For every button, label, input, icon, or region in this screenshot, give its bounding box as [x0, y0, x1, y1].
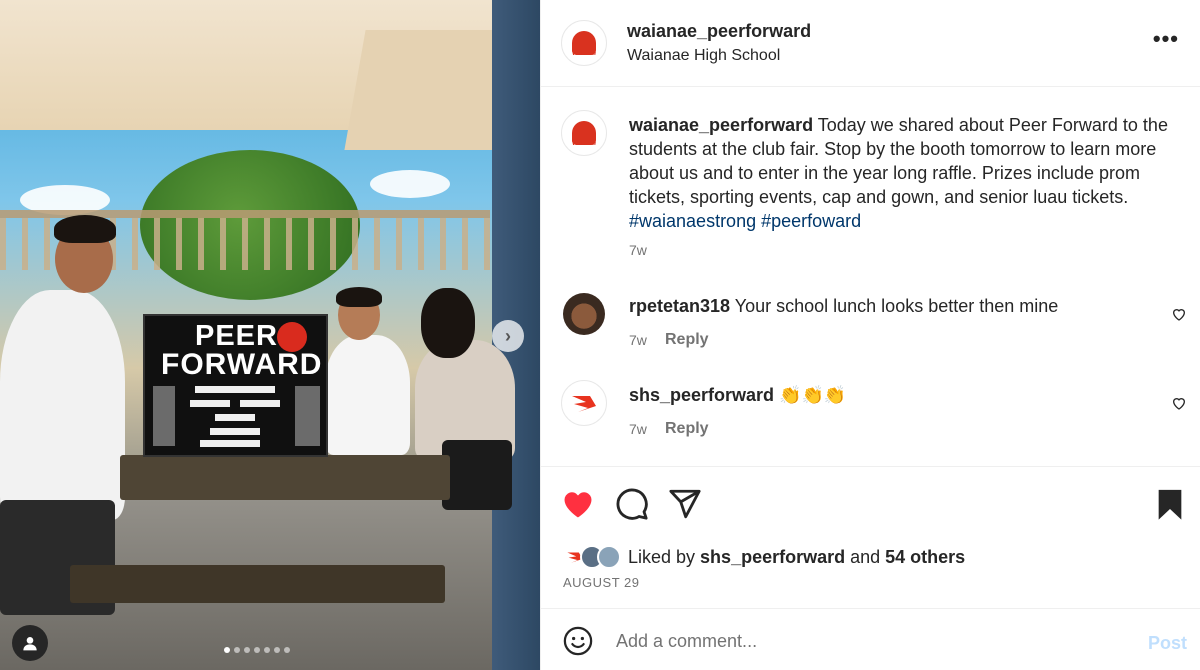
post-photo[interactable]: PEER FORWARD ›: [0, 0, 540, 670]
photo-table: [120, 455, 450, 500]
comment-like-icon[interactable]: [1171, 395, 1187, 411]
bookmark-filled-icon[interactable]: [1153, 487, 1187, 521]
header-location[interactable]: Waianae High School: [627, 47, 780, 65]
hashtag-link[interactable]: #peerfoward: [761, 211, 861, 231]
post-details-panel: Waianae waianae_peerforward Waianae High…: [540, 0, 1200, 670]
photo-cloud: [370, 170, 450, 198]
commenter-avatar[interactable]: [563, 293, 605, 335]
poster-title-line2: FORWARD: [161, 348, 323, 381]
carousel-dot: [254, 647, 260, 653]
reply-button[interactable]: Reply: [665, 420, 709, 438]
caption-avatar[interactable]: Waianae: [561, 110, 607, 156]
tagged-users-button[interactable]: [12, 625, 48, 661]
comment-like-icon[interactable]: [1171, 306, 1187, 322]
photo-person-shirt: [0, 290, 125, 520]
liked-by-text: Liked by shs_peerforward and 54 others: [628, 547, 965, 568]
poster-card: [200, 440, 260, 447]
comment-timestamp: 7w: [629, 421, 647, 437]
header-username[interactable]: waianae_peerforward: [627, 21, 811, 42]
liked-by-others[interactable]: 54 others: [885, 547, 965, 567]
comment-username[interactable]: rpetetan318: [629, 296, 730, 316]
carousel-dot: [264, 647, 270, 653]
avatar-logo-text: Waianae: [571, 51, 597, 57]
peer-forward-logo-icon: [572, 396, 596, 412]
post-header: Waianae waianae_peerforward Waianae High…: [541, 0, 1200, 87]
photo-person-hair: [336, 287, 382, 307]
carousel-dots: [224, 647, 290, 653]
avatar[interactable]: Waianae: [561, 20, 607, 66]
post-comment-button[interactable]: Post: [1148, 633, 1187, 654]
comment-composer: Add a comment... Post: [541, 608, 1200, 670]
more-options-icon[interactable]: •••: [1153, 26, 1179, 52]
carousel-dot: [234, 647, 240, 653]
poster-card: [190, 400, 230, 407]
likes-summary: Liked by shs_peerforward and 54 others: [563, 545, 965, 569]
emoji-icon[interactable]: [563, 626, 593, 656]
reply-button[interactable]: Reply: [665, 331, 709, 349]
poster-card: [215, 414, 255, 421]
photo-bench: [70, 565, 445, 603]
share-icon[interactable]: [668, 487, 702, 521]
comment-text-row: rpetetan318 Your school lunch looks bett…: [629, 296, 1058, 317]
photo-poster-board: PEER FORWARD: [143, 314, 328, 457]
comment-username[interactable]: shs_peerforward: [629, 385, 774, 405]
photo-person-hair: [54, 215, 116, 243]
heart-filled-icon[interactable]: [561, 487, 595, 521]
avatar-logo-text: Waianae: [571, 141, 597, 147]
caption-timestamp: 7w: [629, 242, 647, 258]
liked-by-user[interactable]: shs_peerforward: [700, 547, 845, 567]
caption-username[interactable]: waianae_peerforward: [629, 115, 813, 135]
post-caption: waianae_peerforward Today we shared abou…: [629, 113, 1169, 233]
next-photo-button[interactable]: ›: [492, 320, 524, 352]
comment-body: 👏👏👏: [779, 385, 847, 405]
carousel-dot: [224, 647, 230, 653]
carousel-dot: [284, 647, 290, 653]
comment-body: Your school lunch looks better then mine: [734, 296, 1059, 316]
carousel-dot: [274, 647, 280, 653]
poster-card: [210, 428, 260, 435]
photo-person-shirt: [325, 335, 410, 455]
liked-by-and: and: [845, 546, 886, 567]
carousel-dot: [244, 647, 250, 653]
comment-input[interactable]: Add a comment...: [616, 631, 757, 652]
post-modal: PEER FORWARD › Waianae waianae_peerforwa…: [0, 0, 1200, 670]
poster-card: [195, 386, 275, 393]
liker-avatar: [597, 545, 621, 569]
photo-beam: [344, 30, 516, 150]
photo-person-hair: [421, 288, 475, 358]
hashtag-link[interactable]: #waianaestrong: [629, 211, 756, 231]
comment-icon[interactable]: [615, 487, 649, 521]
photo-person-shorts: [442, 440, 512, 510]
poster-photo: [295, 386, 320, 446]
comment-text-row: shs_peerforward 👏👏👏: [629, 385, 846, 406]
comment-timestamp: 7w: [629, 332, 647, 348]
poster-card: [240, 400, 280, 407]
user-tag-icon: [23, 637, 37, 651]
poster-photo: [153, 386, 175, 446]
chevron-right-icon: ›: [505, 325, 511, 346]
post-date: AUGUST 29: [563, 575, 640, 590]
commenter-avatar[interactable]: [561, 380, 607, 426]
liked-by-prefix: Liked by: [628, 546, 701, 567]
post-actions: Liked by shs_peerforward and 54 others A…: [541, 466, 1200, 608]
